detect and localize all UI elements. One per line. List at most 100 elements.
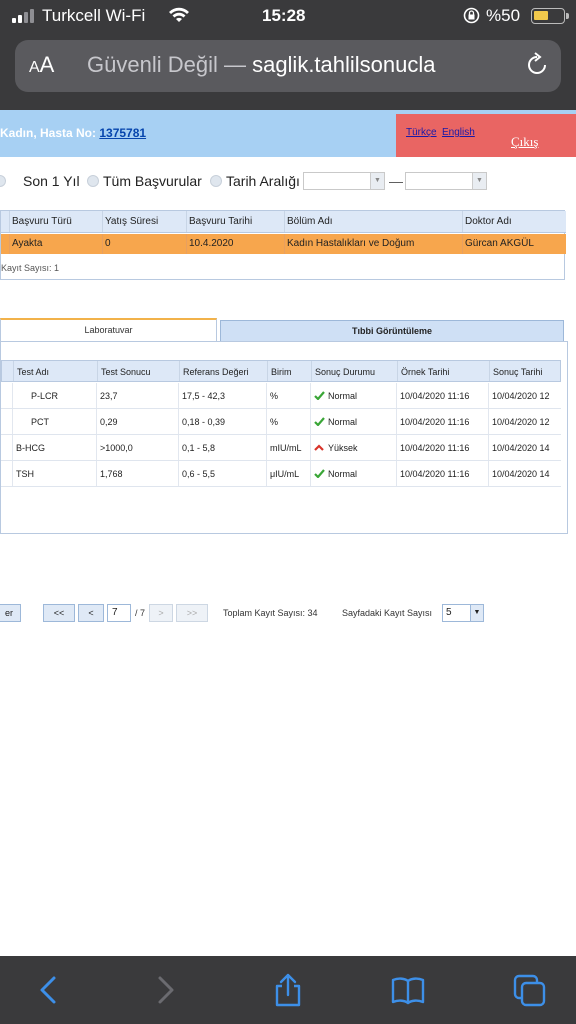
cell-reference: 0,6 - 5,5 — [179, 461, 267, 486]
date-separator: — — [389, 173, 403, 189]
cell-unit: μIU/mL — [267, 461, 311, 486]
clock: 15:28 — [262, 6, 306, 25]
cell-test-result: 0,29 — [97, 409, 179, 434]
col-application-type: Başvuru Türü — [10, 211, 103, 232]
lab-results-header: Test Adı Test Sonucu Referans Değeri Bir… — [1, 360, 561, 382]
cell-department: Kadın Hastalıkları ve Doğum — [285, 234, 463, 254]
next-page-button[interactable]: > — [149, 604, 173, 622]
bookmarks-icon[interactable] — [390, 972, 426, 1008]
battery-percent: %50 — [486, 6, 521, 25]
pager-left-button[interactable]: er — [0, 604, 21, 622]
filter-date-range-label[interactable]: Tarih Aralığı — [226, 173, 300, 189]
pager: er << < 7 / 7 > >> Toplam Kayıt Sayısı: … — [0, 604, 561, 630]
cell-result-date: 10/04/2020 14 — [492, 469, 550, 479]
col-department: Bölüm Adı — [285, 211, 463, 232]
cell-unit: % — [267, 383, 311, 408]
total-pages: / 7 — [135, 608, 146, 618]
back-icon[interactable] — [30, 972, 66, 1008]
cell-test-name: B-HCG — [13, 435, 97, 460]
lang-turkish-link[interactable]: Türkçe — [406, 127, 437, 138]
cell-test-name: P-LCR — [13, 383, 97, 408]
text-size-button[interactable]: AA — [29, 52, 54, 78]
carrier-name: Turkcell Wi-Fi — [42, 6, 146, 25]
table-row[interactable]: B-HCG >1000,0 0,1 - 5,8 mIU/mL Yüksek 10/04/2… — [1, 435, 561, 461]
tab-laboratory[interactable]: Laboratuvar — [0, 318, 217, 342]
browser-toolbar — [0, 956, 576, 1024]
col-application-date: Başvuru Tarihi — [187, 211, 285, 232]
col-test-name: Test Adı — [14, 361, 98, 381]
page-size-select[interactable]: 5 ▼ — [442, 604, 484, 622]
logout-link[interactable]: Çıkış — [511, 134, 538, 150]
tab-medical-imaging[interactable]: Tıbbi Görüntüleme — [220, 320, 564, 342]
radio-date-range[interactable] — [210, 175, 222, 187]
cell-status: Normal — [311, 461, 397, 486]
logout-panel: Türkçe English Çıkış — [396, 114, 576, 157]
col-sample-date: Örnek Tarihi — [398, 361, 490, 381]
table-row[interactable]: P-LCR 23,7 17,5 - 42,3% Normal 10/04/2020 11… — [1, 383, 561, 409]
last-page-button[interactable]: >> — [176, 604, 208, 622]
cell-sample-date: 10/04/2020 11:16 — [397, 409, 489, 434]
reload-icon[interactable] — [523, 51, 551, 79]
cell-status: Yüksek — [311, 435, 397, 460]
page-number-input[interactable]: 7 — [107, 604, 131, 622]
cell-status: Normal — [311, 409, 397, 434]
security-warning: Güvenli Değil — — [87, 52, 246, 77]
cell-sample-date: 10/04/2020 11:16 — [397, 383, 489, 408]
start-date-dropdown[interactable]: ▼ — [303, 172, 385, 190]
patient-number-link[interactable]: 1375781 — [99, 126, 146, 140]
table-row[interactable]: TSH 1,768 0,6 - 5,5 μIU/mL Normal 10/04/2020 … — [1, 461, 561, 487]
applications-header: Başvuru Türü Yatış Süresi Başvuru Tarihi… — [1, 211, 566, 233]
end-date-dropdown[interactable]: ▼ — [405, 172, 487, 190]
radio-all[interactable] — [87, 175, 99, 187]
url-domain: saglik.tahlilsonucla — [252, 52, 436, 77]
cell-test-result: 1,768 — [97, 461, 179, 486]
check-icon — [314, 391, 325, 400]
patient-label: Kadın, Hasta No: — [0, 126, 97, 140]
cell-application-date: 10.4.2020 — [187, 234, 285, 254]
cell-test-result: 23,7 — [97, 383, 179, 408]
first-page-button[interactable]: << — [43, 604, 75, 622]
check-icon — [314, 469, 325, 478]
prev-page-button[interactable]: < — [78, 604, 104, 622]
check-icon — [314, 417, 325, 426]
table-row[interactable]: Ayakta 0 10.4.2020 Kadın Hastalıkları ve… — [1, 234, 566, 254]
web-page: Kadın, Hasta No: 1375781 Türkçe English … — [0, 110, 576, 956]
radio-prev[interactable] — [0, 175, 6, 187]
col-stay-duration: Yatış Süresi — [103, 211, 187, 232]
rotation-lock-icon — [463, 7, 480, 24]
cell-sample-date: 10/04/2020 11:16 — [397, 435, 489, 460]
status-bar: Turkcell Wi-Fi 15:28 %50 — [0, 0, 576, 34]
cell-sample-date: 10/04/2020 11:16 — [397, 461, 489, 486]
page-size-label: Sayfadaki Kayıt Sayısı — [342, 608, 433, 618]
date-filter: Son 1 Yıl Tüm Başvurular Tarih Aralığı ▼… — [0, 172, 576, 192]
laboratory-panel: Test Adı Test Sonucu Referans Değeri Bir… — [0, 341, 568, 622]
signal-icon — [12, 9, 38, 23]
cell-status: Normal — [311, 383, 397, 408]
cell-unit: % — [267, 409, 311, 434]
cell-reference: 17,5 - 42,3 — [179, 383, 267, 408]
col-doctor: Doktor Adı — [465, 216, 512, 227]
tabs-icon[interactable] — [511, 972, 547, 1008]
forward-icon[interactable] — [148, 972, 184, 1008]
cell-doctor: Gürcan AKGÜL — [465, 238, 534, 249]
col-unit: Birim — [268, 361, 312, 381]
cell-application-type: Ayakta — [10, 234, 103, 254]
cell-unit: mIU/mL — [267, 435, 311, 460]
status-text: Normal — [328, 417, 358, 427]
record-count: Kayıt Sayısı: 1 — [1, 263, 60, 273]
cell-result-date: 10/04/2020 12 — [492, 391, 550, 401]
battery-icon — [531, 8, 569, 24]
patient-info: Kadın, Hasta No: 1375781 — [0, 126, 146, 140]
filter-last-year-label[interactable]: Son 1 Yıl — [23, 173, 80, 189]
url-field[interactable]: Güvenli Değil — saglik.tahlilsonucla — [87, 52, 519, 78]
applications-table: Başvuru Türü Yatış Süresi Başvuru Tarihi… — [0, 210, 566, 280]
status-text: Normal — [328, 391, 358, 401]
share-icon[interactable] — [270, 972, 306, 1008]
col-result-date: Sonuç Tarihi — [493, 367, 543, 377]
address-bar[interactable]: AA Güvenli Değil — saglik.tahlilsonucla — [15, 40, 561, 92]
lang-english-link[interactable]: English — [442, 127, 475, 138]
table-row[interactable]: PCT 0,29 0,18 - 0,39% Normal 10/04/2020 11:1… — [1, 409, 561, 435]
filter-all-label[interactable]: Tüm Başvurular — [103, 173, 202, 189]
cell-test-result: >1000,0 — [97, 435, 179, 460]
arrow-up-icon — [314, 444, 324, 451]
